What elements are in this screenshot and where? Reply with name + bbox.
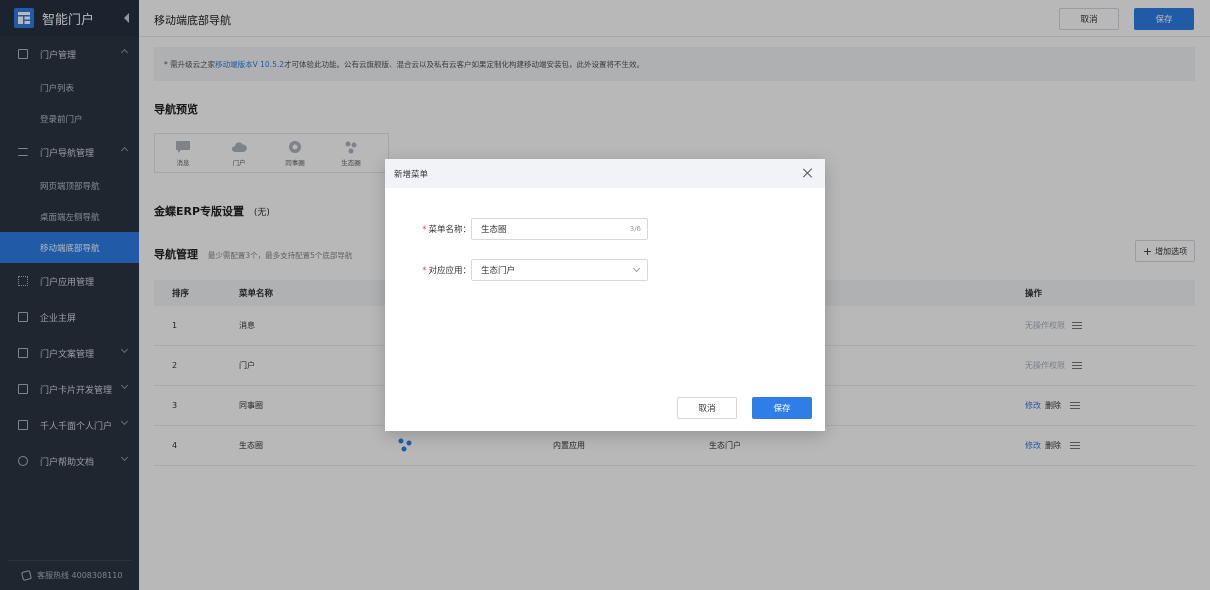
app-row: * 对应应用： 生态门户 (415, 259, 648, 281)
close-icon[interactable] (803, 168, 813, 178)
required-mark: * (422, 266, 427, 276)
dialog-header: 新增菜单 (385, 159, 825, 188)
app-label-text: 对应应用： (428, 266, 471, 276)
char-counter: 3/6 (629, 225, 641, 233)
chevron-down-icon (632, 264, 641, 273)
dialog-save-button[interactable]: 保存 (752, 397, 812, 419)
required-mark: * (422, 225, 427, 235)
menu-name-value: 生态圈 (481, 225, 507, 235)
dialog-cancel-button[interactable]: 取消 (677, 397, 737, 419)
menu-name-input[interactable]: 生态圈 3/6 (471, 218, 648, 240)
dialog-title: 新增菜单 (394, 169, 429, 180)
menu-name-row: * 菜单名称： 生态圈 3/6 (415, 218, 648, 240)
add-menu-dialog: 新增菜单 * 菜单名称： 生态圈 3/6 * 对应应用： 生态门户 取消 保存 (385, 159, 825, 431)
app-select-value: 生态门户 (481, 266, 516, 276)
menu-name-label: * 菜单名称： (415, 223, 471, 235)
menu-name-label-text: 菜单名称： (428, 225, 471, 235)
app-label: * 对应应用： (415, 264, 471, 276)
app-select[interactable]: 生态门户 (471, 259, 648, 281)
